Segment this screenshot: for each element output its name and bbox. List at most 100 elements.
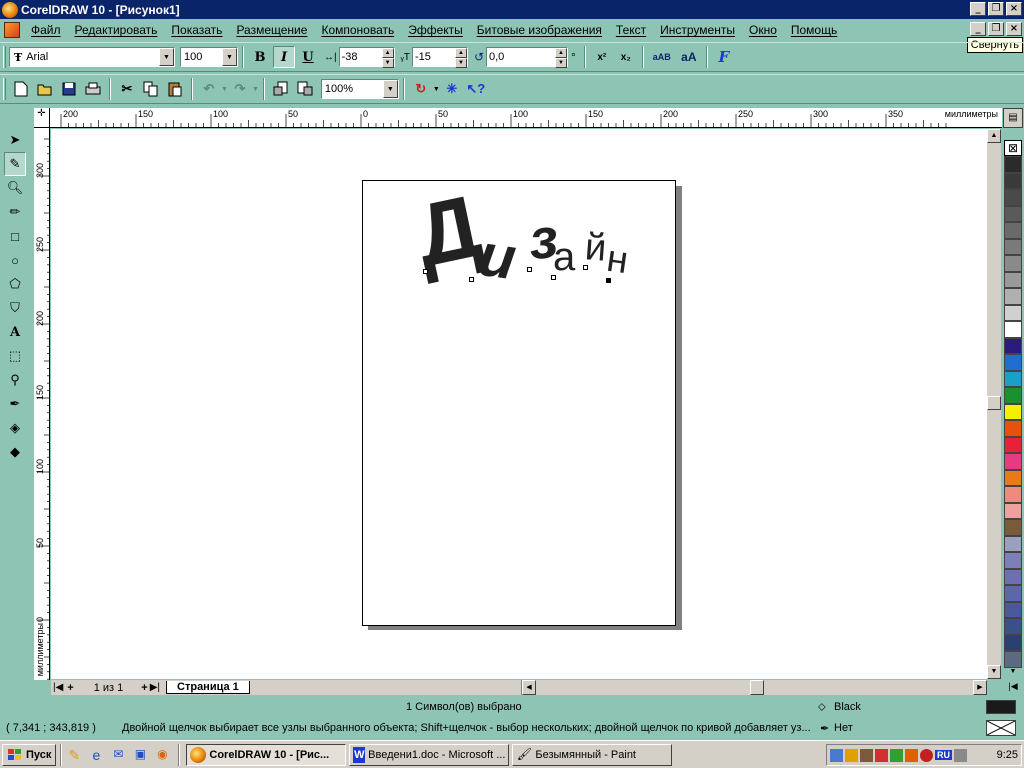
doc-minimize-button[interactable]: _ bbox=[970, 22, 986, 36]
quicklaunch-icon[interactable]: ✎ bbox=[66, 747, 82, 763]
menu-view[interactable]: Показать bbox=[164, 23, 229, 37]
chevron-down-icon[interactable]: ▼ bbox=[382, 80, 398, 98]
text-node-handle[interactable] bbox=[423, 269, 428, 274]
language-indicator[interactable]: RU bbox=[935, 750, 952, 760]
color-swatch[interactable] bbox=[1004, 156, 1022, 173]
font-name-combo[interactable]: Ŧ Arial ▼ bbox=[9, 47, 175, 67]
new-document-button[interactable] bbox=[10, 78, 32, 100]
color-swatch[interactable] bbox=[1004, 519, 1022, 536]
italic-button[interactable]: I bbox=[273, 46, 295, 68]
color-swatch[interactable] bbox=[1004, 486, 1022, 503]
outlook-express-icon[interactable]: ✉ bbox=[110, 747, 126, 763]
vertical-scroll-thumb[interactable] bbox=[987, 396, 1001, 410]
freehand-tool[interactable]: ✏ bbox=[4, 200, 26, 224]
color-swatch[interactable] bbox=[1004, 634, 1022, 651]
color-swatch[interactable] bbox=[1004, 172, 1022, 189]
color-swatch[interactable] bbox=[1004, 535, 1022, 552]
volume-icon[interactable] bbox=[954, 748, 967, 762]
copy-button[interactable] bbox=[140, 78, 162, 100]
fill-tool[interactable]: ◈ bbox=[4, 416, 26, 440]
underline-button[interactable]: U bbox=[297, 46, 319, 68]
color-swatch[interactable] bbox=[1004, 304, 1022, 321]
menu-tools[interactable]: Инструменты bbox=[653, 23, 742, 37]
text-node-handle[interactable] bbox=[551, 275, 556, 280]
coreldraw-quicklaunch-icon[interactable]: ◉ bbox=[154, 747, 170, 763]
menu-window[interactable]: Окно bbox=[742, 23, 784, 37]
toolbar-grip[interactable] bbox=[3, 78, 6, 100]
chevron-down-icon[interactable]: ▼ bbox=[159, 48, 174, 66]
baseline-shift-spinner[interactable]: -15 ▲ ▼ bbox=[411, 47, 468, 68]
internet-explorer-icon[interactable]: e bbox=[88, 747, 104, 763]
color-swatch[interactable] bbox=[1004, 552, 1022, 569]
change-case-button[interactable]: aA bbox=[677, 46, 701, 68]
color-swatch[interactable] bbox=[1004, 238, 1022, 255]
minimize-button[interactable]: _ bbox=[970, 2, 986, 16]
color-swatch[interactable] bbox=[1004, 337, 1022, 354]
pick-tool[interactable]: ➤ bbox=[4, 128, 26, 152]
spinner-arrows[interactable]: ▲ ▼ bbox=[381, 48, 394, 68]
page-tab[interactable]: Страница 1 bbox=[166, 681, 250, 694]
horizontal-scroll-thumb[interactable] bbox=[750, 680, 764, 695]
task-paint[interactable]: 🖌︎ Безымянный - Paint bbox=[512, 743, 673, 766]
rectangle-tool[interactable]: □ bbox=[4, 224, 26, 248]
add-page-before-button[interactable]: + bbox=[67, 682, 73, 694]
color-swatch[interactable] bbox=[1004, 321, 1022, 338]
whats-this-button[interactable]: ↖? bbox=[465, 78, 487, 100]
tray-icon[interactable] bbox=[830, 748, 843, 762]
corel-online-button[interactable]: ✳ bbox=[441, 78, 463, 100]
color-swatch[interactable] bbox=[1004, 601, 1022, 618]
outline-color-swatch[interactable] bbox=[986, 720, 1016, 736]
spinner-arrows[interactable]: ▲ ▼ bbox=[555, 48, 567, 68]
tray-icon[interactable] bbox=[845, 748, 858, 762]
font-size-combo[interactable]: 100 ▼ bbox=[180, 47, 238, 67]
vertical-scrollbar[interactable]: ▲ ▼ bbox=[987, 129, 1001, 679]
task-coreldraw[interactable]: CorelDRAW 10 - [Рис... bbox=[186, 743, 347, 766]
color-swatch[interactable] bbox=[1004, 205, 1022, 222]
menu-help[interactable]: Помощь bbox=[784, 23, 844, 37]
scroll-left-button[interactable]: ◀ bbox=[522, 680, 536, 695]
palette-scroll-down-button[interactable]: ▼ bbox=[1004, 668, 1022, 681]
color-swatch[interactable] bbox=[1004, 469, 1022, 486]
text-node-handle[interactable] bbox=[583, 265, 588, 270]
save-button[interactable] bbox=[58, 78, 80, 100]
color-swatch[interactable] bbox=[1004, 502, 1022, 519]
text-glyph[interactable]: й bbox=[584, 226, 608, 269]
doc-restore-button[interactable]: ❐ bbox=[988, 22, 1004, 36]
document-page[interactable]: Дизайн bbox=[362, 176, 676, 626]
doc-close-button[interactable]: × bbox=[1006, 22, 1022, 36]
restore-button[interactable]: ❐ bbox=[988, 2, 1004, 16]
chevron-down-icon[interactable]: ▼ bbox=[222, 48, 237, 66]
close-button[interactable]: × bbox=[1006, 2, 1022, 16]
menu-file[interactable]: Файл bbox=[24, 23, 68, 37]
bold-button[interactable]: B bbox=[249, 46, 271, 68]
superscript-button[interactable]: x² bbox=[591, 46, 613, 68]
format-text-button[interactable]: F bbox=[713, 46, 735, 68]
palette-expand-button[interactable]: |◀ bbox=[1004, 681, 1022, 695]
color-swatch[interactable] bbox=[1004, 618, 1022, 635]
polygon-tool[interactable]: ⬠ bbox=[4, 272, 26, 296]
tray-icon[interactable] bbox=[890, 748, 903, 762]
color-swatch[interactable] bbox=[1004, 271, 1022, 288]
start-button[interactable]: Пуск bbox=[2, 743, 57, 766]
undo-button[interactable]: ↶ bbox=[198, 78, 220, 100]
no-color-swatch[interactable]: ⊠ bbox=[1004, 140, 1022, 156]
text-glyph[interactable]: н bbox=[604, 238, 631, 283]
tray-icon[interactable] bbox=[905, 748, 918, 762]
color-swatch[interactable] bbox=[1004, 420, 1022, 437]
redo-button[interactable]: ↷ bbox=[229, 78, 251, 100]
scroll-down-button[interactable]: ▼ bbox=[987, 665, 1001, 679]
chevron-down-icon[interactable]: ▼ bbox=[433, 86, 440, 93]
text-node-handle-selected[interactable] bbox=[606, 278, 611, 283]
text-glyph[interactable]: Д bbox=[407, 176, 489, 286]
subscript-button[interactable]: x₂ bbox=[615, 46, 637, 68]
drawing-window[interactable]: Дизайн bbox=[51, 129, 987, 679]
interactive-fill-tool[interactable]: ◆ bbox=[4, 440, 26, 464]
toolbar-grip[interactable] bbox=[3, 46, 6, 68]
eyedropper-tool[interactable]: ⚲ bbox=[4, 368, 26, 392]
artistic-text-dizain[interactable]: Дизайн bbox=[407, 176, 657, 307]
color-swatch[interactable] bbox=[1004, 403, 1022, 420]
scroll-right-button[interactable]: ▶ bbox=[973, 680, 987, 695]
menu-bitmaps[interactable]: Битовые изображения bbox=[470, 23, 609, 37]
vertical-ruler[interactable]: 300 250 200 150 100 50 0 миллиметры bbox=[34, 128, 50, 680]
print-button[interactable] bbox=[82, 78, 104, 100]
